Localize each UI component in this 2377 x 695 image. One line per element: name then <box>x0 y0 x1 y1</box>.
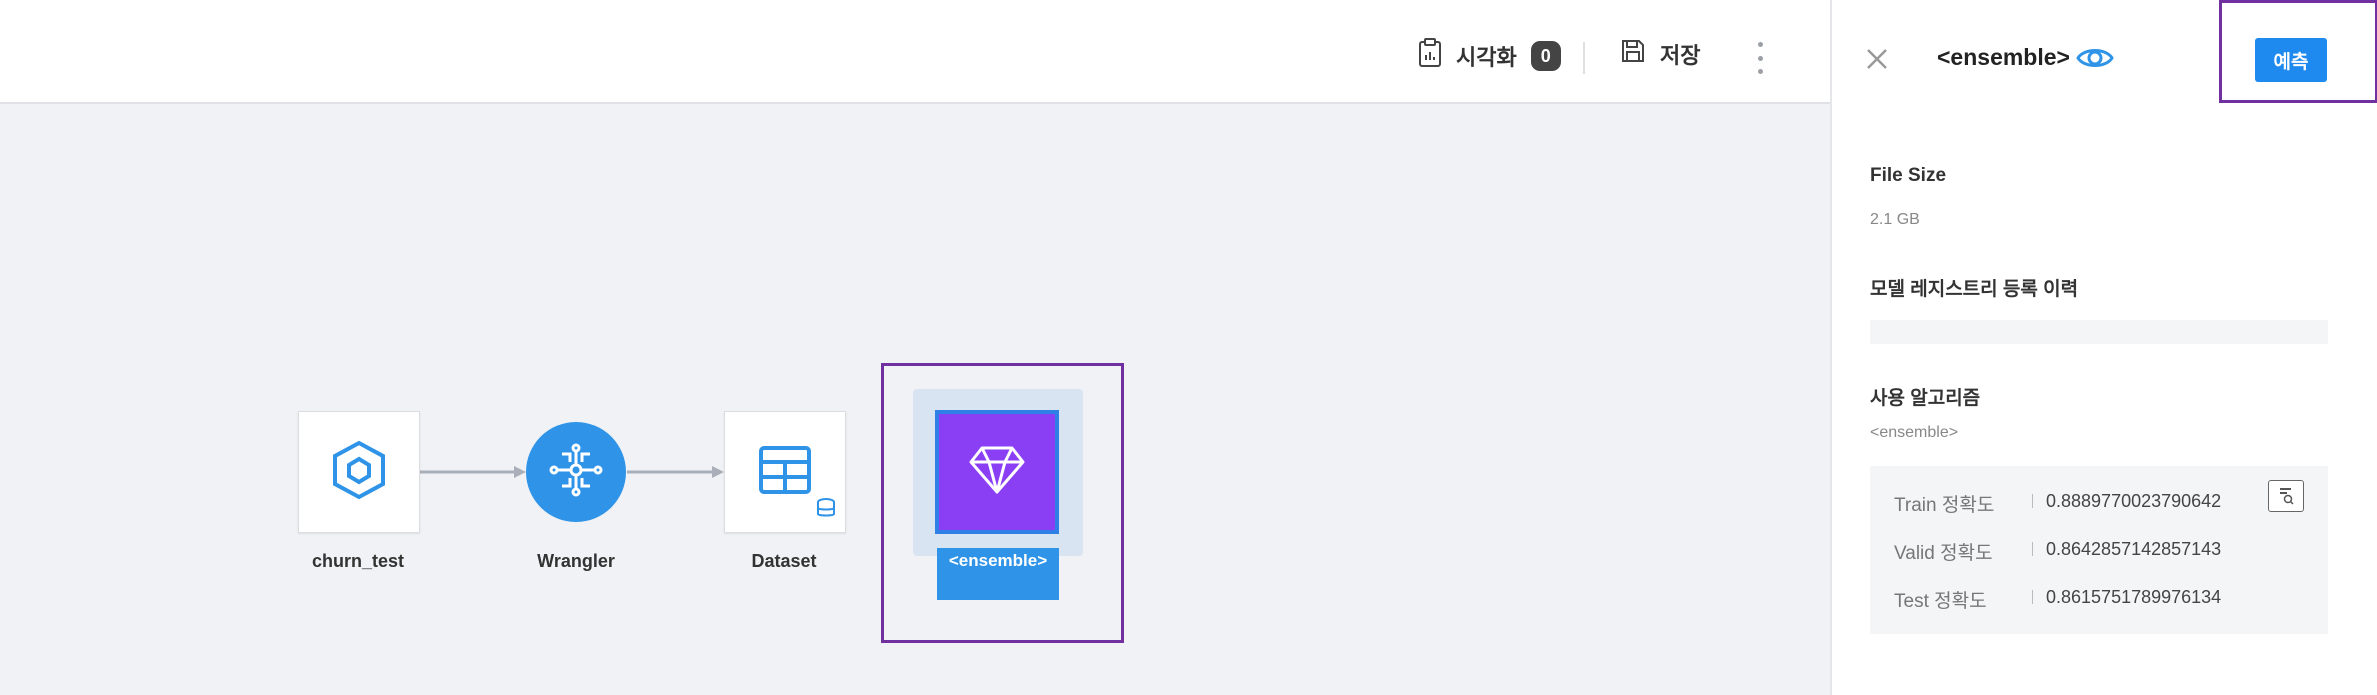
metric-divider <box>2032 590 2033 604</box>
eye-icon[interactable] <box>2076 44 2114 77</box>
highlight-box-ensemble-node <box>881 363 1124 643</box>
registry-history-heading: 모델 레지스트리 등록 이력 <box>1870 279 2079 300</box>
node-label-wrangler: Wrangler <box>537 551 615 571</box>
algorithm-value: <ensemble> <box>1870 424 1959 441</box>
metric-value: 0.8889770023790642 <box>2046 491 2222 511</box>
metric-detail-icon[interactable] <box>2268 480 2304 512</box>
metric-divider <box>2032 542 2033 556</box>
node-churn-test[interactable] <box>298 411 420 533</box>
algorithm-heading: 사용 알고리즘 <box>1870 388 1981 409</box>
metric-divider <box>2032 494 2033 508</box>
node-label-dataset: Dataset <box>751 551 817 571</box>
metric-value: 0.8642857142857143 <box>2046 539 2222 559</box>
panel-title: <ensemble> <box>1937 44 2070 70</box>
file-size-value: 2.1 GB <box>1870 211 1920 228</box>
accuracy-metrics: Train 정확도 0.8889770023790642 Valid 정확도 0… <box>1870 466 2328 634</box>
file-size-heading: File Size <box>1870 165 1947 186</box>
metric-row-test: Test 정확도 0.8615751789976134 <box>1870 582 2328 612</box>
node-label-churn-test: churn_test <box>311 551 405 571</box>
highlight-box-predict-button <box>2219 0 2377 103</box>
close-icon[interactable] <box>1866 48 1888 75</box>
metric-label: Train 정확도 <box>1894 495 1995 516</box>
node-dataset[interactable] <box>724 411 846 533</box>
table-icon <box>758 445 812 500</box>
hexagon-icon <box>331 440 387 505</box>
metric-label: Valid 정확도 <box>1894 543 1993 564</box>
metric-row-valid: Valid 정확도 0.8642857142857143 <box>1870 534 2328 564</box>
node-wrangler[interactable] <box>526 422 626 522</box>
metric-row-train: Train 정확도 0.8889770023790642 <box>1870 486 2328 516</box>
detail-panel: <ensemble> 예측 File Size 2.1 GB 모델 레지스트리 … <box>1830 0 2377 695</box>
wrangler-network-icon <box>548 442 604 503</box>
metric-value: 0.8615751789976134 <box>2046 587 2222 607</box>
metric-label: Test 정확도 <box>1894 591 1987 612</box>
registry-history-list <box>1870 320 2328 344</box>
database-icon <box>815 497 837 524</box>
